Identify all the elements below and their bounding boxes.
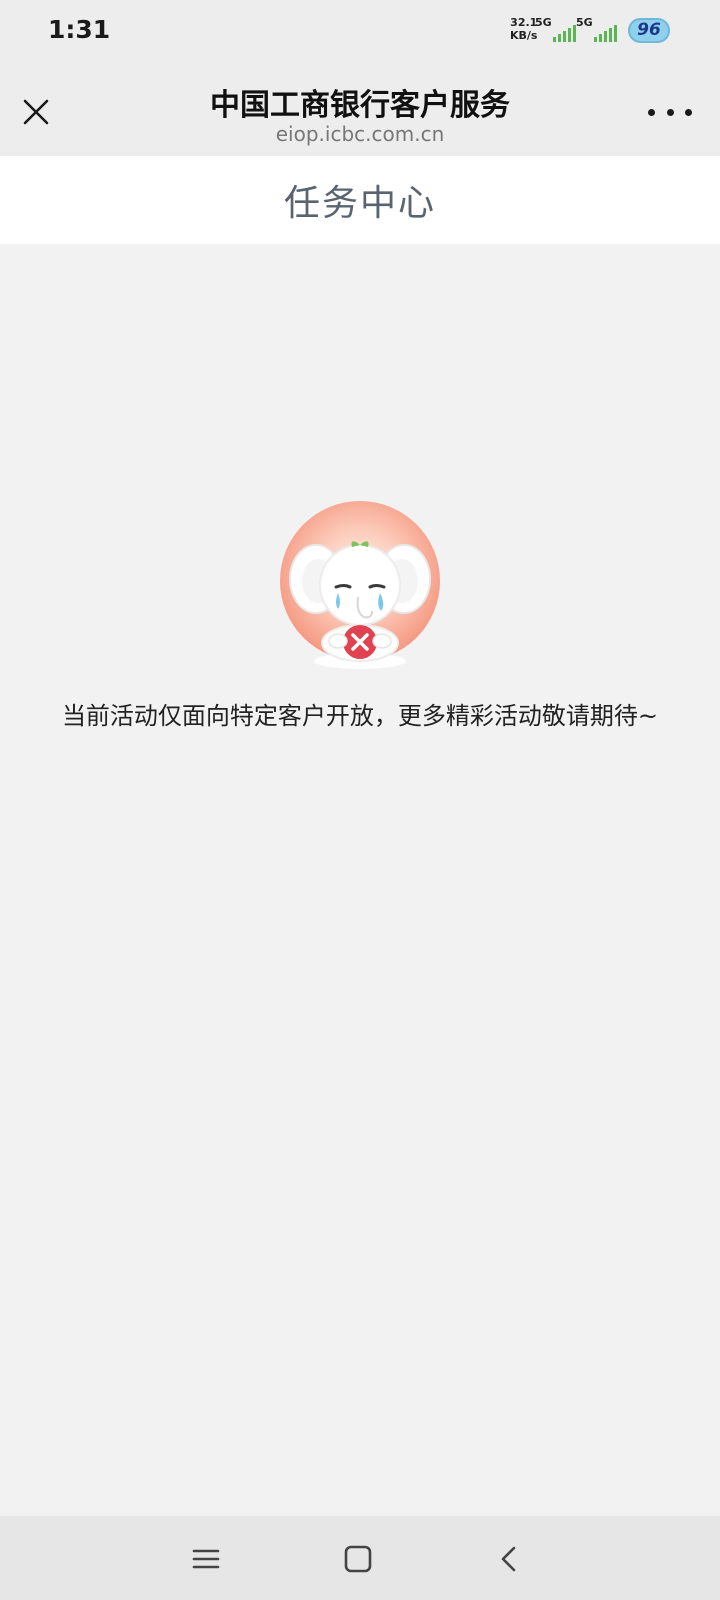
menu-icon [192, 1549, 220, 1569]
page-header: 任务中心 [0, 156, 720, 244]
back-icon [501, 1546, 516, 1572]
status-bar: 1:31 32.1 KB/s 5G 5G 96 [0, 0, 720, 64]
nav-url: eiop.icbc.com.cn [275, 122, 445, 146]
more-button[interactable] [648, 102, 692, 122]
sim1-label: 5G [535, 16, 552, 29]
main-content: 当前活动仅面向特定客户开放，更多精彩活动敬请期待~ [0, 244, 720, 1516]
webview-nav-bar: 中国工商银行客户服务 eiop.icbc.com.cn [0, 64, 720, 156]
home-button[interactable] [341, 1542, 375, 1576]
page-title: 任务中心 [283, 183, 436, 224]
crying-elephant-mascot-icon [280, 501, 440, 681]
system-nav-bar [0, 1516, 720, 1600]
sim2-label: 5G [576, 16, 593, 29]
battery-icon: 96 [628, 18, 670, 43]
status-time: 1:31 [48, 15, 111, 44]
home-icon [344, 1545, 372, 1573]
back-button[interactable] [493, 1542, 527, 1576]
empty-state-message: 当前活动仅面向特定客户开放，更多精彩活动敬请期待~ [61, 702, 659, 730]
nav-title: 中国工商银行客户服务 [210, 88, 510, 123]
sim2-signal-icon: 5G [574, 16, 626, 44]
menu-button[interactable] [189, 1542, 223, 1576]
more-icon [648, 108, 655, 116]
